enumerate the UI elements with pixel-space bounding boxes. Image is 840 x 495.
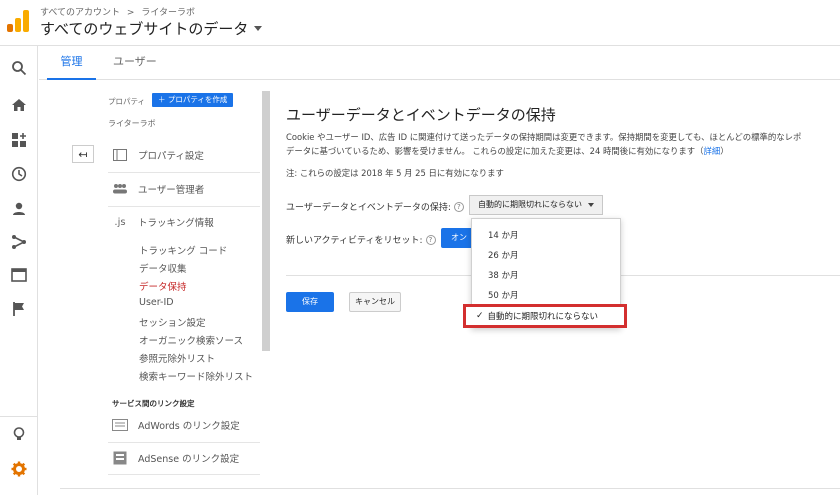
link-section-title: サービス間のリンク設定 xyxy=(112,399,195,408)
reset-row-label: 新しいアクティビティをリセット: ? xyxy=(286,233,436,246)
rail-divider xyxy=(0,416,38,417)
help-icon[interactable]: ? xyxy=(453,201,464,212)
menu-property-settings[interactable]: プロパティ設定 xyxy=(112,148,204,162)
checkmark-icon: ✓ xyxy=(476,311,484,321)
effective-date-note: 注: これらの設定は 2018 年 5 月 25 日に有効になります xyxy=(286,168,504,178)
option-14-months[interactable]: 14 か月 xyxy=(488,229,519,241)
description-line-1: Cookie やユーザー ID、広告 ID に関連付けて送ったデータの保持期間は… xyxy=(286,132,802,142)
cancel-button[interactable]: キャンセル xyxy=(349,292,401,312)
view-selector[interactable]: すべてのウェブサイトのデータ xyxy=(40,18,263,39)
sub-user-id[interactable]: User-ID xyxy=(139,297,174,308)
option-do-not-expire[interactable]: ✓ 自動的に期限切れにならない xyxy=(463,304,627,328)
menu-tracking-info[interactable]: .js トラッキング情報 xyxy=(112,215,214,230)
gear-icon[interactable] xyxy=(9,459,29,479)
sub-data-retention[interactable]: データ保持 xyxy=(139,279,187,293)
option-26-months[interactable]: 26 か月 xyxy=(488,249,519,261)
option-do-not-expire-label: 自動的に期限切れにならない xyxy=(487,312,599,322)
sub-data-collection[interactable]: データ収集 xyxy=(139,261,187,275)
view-title: すべてのウェブサイトのデータ xyxy=(40,20,249,38)
retention-description: Cookie やユーザー ID、広告 ID に関連付けて送ったデータの保持期間は… xyxy=(286,130,840,158)
breadcrumb-root[interactable]: すべてのアカウント xyxy=(40,8,120,18)
chevron-down-icon xyxy=(254,26,263,31)
retention-select[interactable]: 自動的に期限切れにならない xyxy=(469,195,603,215)
analytics-logo[interactable] xyxy=(7,10,29,32)
menu-user-management[interactable]: ユーザー管理者 xyxy=(112,182,204,196)
menu-adwords-linking-label: AdWords のリンク設定 xyxy=(138,421,240,432)
search-icon[interactable] xyxy=(9,58,29,78)
breadcrumb: すべてのアカウント > ライターラボ xyxy=(40,5,195,18)
option-50-months[interactable]: 50 か月 xyxy=(488,289,519,301)
sub-search-term-exclusion[interactable]: 検索キーワード除外リスト xyxy=(139,369,253,383)
property-column-label: プロパティ xyxy=(108,97,146,106)
menu-divider xyxy=(108,206,260,207)
menu-adsense-linking[interactable]: AdSense のリンク設定 xyxy=(112,451,239,465)
admin-tabs: 管理 ユーザー xyxy=(39,46,840,80)
menu-adsense-linking-label: AdSense のリンク設定 xyxy=(138,454,240,465)
sub-referral-exclusion[interactable]: 参照元除外リスト xyxy=(139,351,215,365)
sub-tracking-code[interactable]: トラッキング コード xyxy=(139,243,227,257)
retention-label: ユーザーデータとイベントデータの保持: xyxy=(286,203,451,213)
breadcrumb-separator: > xyxy=(126,8,135,18)
retention-select-value: 自動的に期限切れにならない xyxy=(478,200,582,209)
retention-row-label: ユーザーデータとイベントデータの保持: ? xyxy=(286,200,464,213)
reset-toggle[interactable]: オン xyxy=(441,228,471,248)
property-settings-icon xyxy=(112,148,128,162)
customization-icon[interactable] xyxy=(9,130,29,150)
js-icon: .js xyxy=(114,216,126,228)
save-button[interactable]: 保存 xyxy=(286,292,334,312)
menu-adwords-linking[interactable]: AdWords のリンク設定 xyxy=(112,418,240,432)
adsense-icon xyxy=(112,451,128,465)
page-title: ユーザーデータとイベントデータの保持 xyxy=(286,106,556,124)
admin-column-scrollbar[interactable] xyxy=(262,91,270,351)
person-icon[interactable] xyxy=(9,199,29,219)
sub-session-settings[interactable]: セッション設定 xyxy=(139,315,206,329)
sub-organic-search-sources[interactable]: オーガニック検索ソース xyxy=(139,333,243,347)
menu-divider xyxy=(108,172,260,173)
menu-property-settings-label: プロパティ設定 xyxy=(138,151,204,162)
menu-divider xyxy=(108,474,260,475)
description-line-2: データに基づいているため、影響を受けません。 これらの設定に加えた変更は、24 … xyxy=(286,146,729,156)
help-icon[interactable]: ? xyxy=(425,234,436,245)
clock-icon[interactable] xyxy=(9,164,29,184)
tab-admin[interactable]: 管理 xyxy=(47,46,96,80)
footer-divider xyxy=(60,488,840,489)
users-icon xyxy=(112,182,128,196)
back-arrow-icon[interactable]: ↤ xyxy=(72,145,94,163)
menu-divider xyxy=(108,442,260,443)
adwords-icon xyxy=(112,418,128,432)
menu-user-management-label: ユーザー管理者 xyxy=(138,185,205,196)
chevron-down-icon xyxy=(588,203,594,207)
tab-users[interactable]: ユーザー xyxy=(113,46,157,80)
option-38-months[interactable]: 38 か月 xyxy=(488,269,519,281)
left-nav-rail xyxy=(0,46,38,495)
acquisition-icon[interactable] xyxy=(9,232,29,252)
reset-label: 新しいアクティビティをリセット: xyxy=(286,236,423,246)
create-property-button[interactable]: ＋ プロパティを作成 xyxy=(152,93,234,107)
property-name[interactable]: ライターラボ xyxy=(108,118,156,129)
flag-icon[interactable] xyxy=(9,299,29,319)
top-header: すべてのアカウント > ライターラボ すべてのウェブサイトのデータ xyxy=(0,0,840,46)
behavior-icon[interactable] xyxy=(9,265,29,285)
learn-more-link[interactable]: 詳細 xyxy=(703,146,720,156)
lightbulb-icon[interactable] xyxy=(9,424,29,444)
menu-tracking-info-label: トラッキング情報 xyxy=(138,218,214,229)
breadcrumb-account[interactable]: ライターラボ xyxy=(141,8,195,18)
home-icon[interactable] xyxy=(9,95,29,115)
